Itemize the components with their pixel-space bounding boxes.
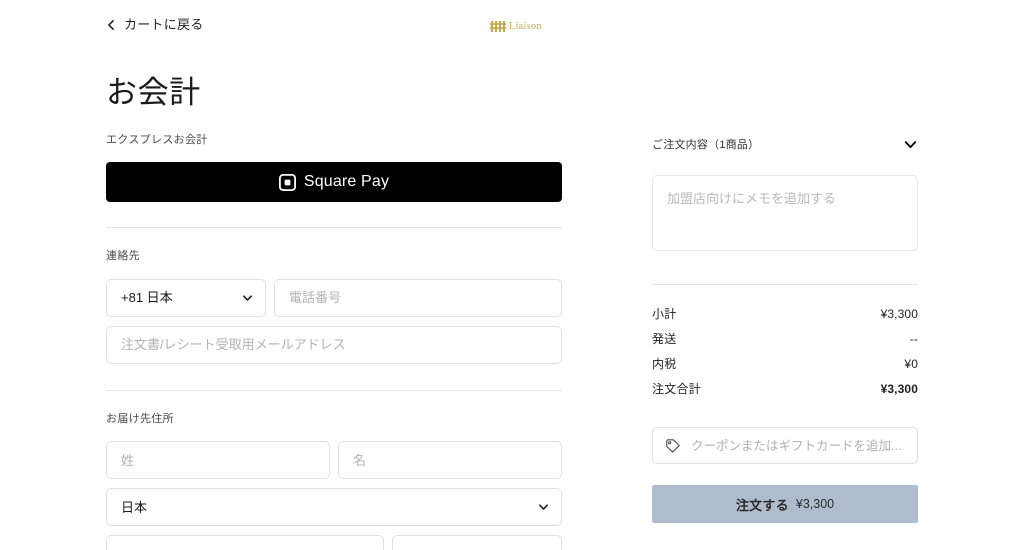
contact-email-row — [106, 325, 562, 364]
coupon-input[interactable] — [652, 427, 918, 464]
order-summary-column: ご注文内容（1商品） 小計 ¥3,300 発送 -- 内税 ¥0 注文合計 — [652, 133, 918, 523]
coupon-field-wrap — [652, 427, 918, 464]
name-row — [106, 441, 562, 480]
country-select[interactable]: 日本 — [106, 488, 562, 527]
email-input[interactable] — [106, 325, 562, 364]
total-key: 小計 — [652, 307, 677, 321]
square-pay-icon — [278, 173, 296, 191]
phone-input[interactable] — [274, 278, 562, 317]
total-value: ¥3,300 — [880, 382, 918, 396]
prefecture-wrap — [392, 535, 562, 550]
liaison-logo-icon — [490, 21, 506, 32]
chevron-left-icon — [108, 19, 114, 30]
first-name-input[interactable] — [338, 441, 562, 480]
total-row-shipping: 発送 -- — [652, 330, 918, 355]
back-to-cart-link[interactable]: カートに戻る — [106, 18, 204, 31]
total-row-tax: 内税 ¥0 — [652, 355, 918, 380]
page-title: お会計 — [106, 75, 201, 110]
express-checkout-label: エクスプレスお会計 — [106, 134, 208, 146]
total-value: ¥0 — [904, 357, 918, 371]
chevron-down-icon — [904, 140, 917, 148]
total-row-grand-total: 注文合計 ¥3,300 — [652, 380, 918, 405]
total-key: 発送 — [652, 332, 677, 346]
merchant-memo-textarea[interactable] — [652, 175, 918, 251]
postal-code-input[interactable] — [106, 535, 384, 550]
address-extra-row — [106, 535, 562, 550]
total-key: 内税 — [652, 357, 677, 371]
order-summary-toggle[interactable]: ご注文内容（1商品） — [652, 133, 918, 155]
square-pay-label: Square Pay — [303, 173, 390, 191]
divider-address — [106, 389, 562, 391]
total-value: -- — [909, 332, 918, 346]
total-key: 注文合計 — [652, 382, 701, 396]
place-order-button[interactable]: 注文する ¥3,300 — [652, 485, 918, 523]
brand-logo: Liaison — [490, 19, 542, 34]
phone-input-wrap — [274, 278, 562, 317]
brand-name: Liaison — [509, 21, 542, 32]
country-select-wrap: 日本 — [106, 488, 562, 527]
checkout-page: カートに戻る Liaison お会計 エクスプレスお会計 Square Pay … — [0, 0, 1024, 550]
total-row-subtotal: 小計 ¥3,300 — [652, 305, 918, 330]
postal-code-wrap — [106, 535, 384, 550]
shipping-address-label: お届け先住所 — [106, 412, 174, 425]
country-code-select[interactable]: +81 日本 — [106, 278, 266, 317]
checkout-form-column: エクスプレスお会計 Square Pay 連絡先 +81 日本 電話番号 注文書… — [106, 133, 562, 550]
top-bar: カートに戻る Liaison — [0, 0, 1024, 56]
place-order-label: 注文する — [735, 497, 789, 513]
country-row: 日本 — [106, 488, 562, 527]
order-summary-title: ご注文内容（1商品） — [652, 139, 760, 151]
totals-list: 小計 ¥3,300 発送 -- 内税 ¥0 注文合計 ¥3,300 — [652, 305, 918, 405]
first-name-wrap — [338, 441, 562, 480]
back-to-cart-label: カートに戻る — [124, 17, 204, 32]
square-pay-button[interactable]: Square Pay — [106, 162, 562, 203]
divider-summary — [652, 284, 918, 285]
last-name-wrap — [106, 441, 330, 480]
divider-contact — [106, 227, 562, 229]
prefecture-input[interactable] — [392, 535, 562, 550]
last-name-input[interactable] — [106, 441, 330, 480]
contact-section-label: 連絡先 — [106, 250, 140, 263]
contact-phone-row: +81 日本 — [106, 278, 562, 317]
place-order-amount: ¥3,300 — [795, 497, 835, 511]
total-value: ¥3,300 — [880, 307, 918, 321]
country-code-select-wrap: +81 日本 — [106, 278, 266, 317]
